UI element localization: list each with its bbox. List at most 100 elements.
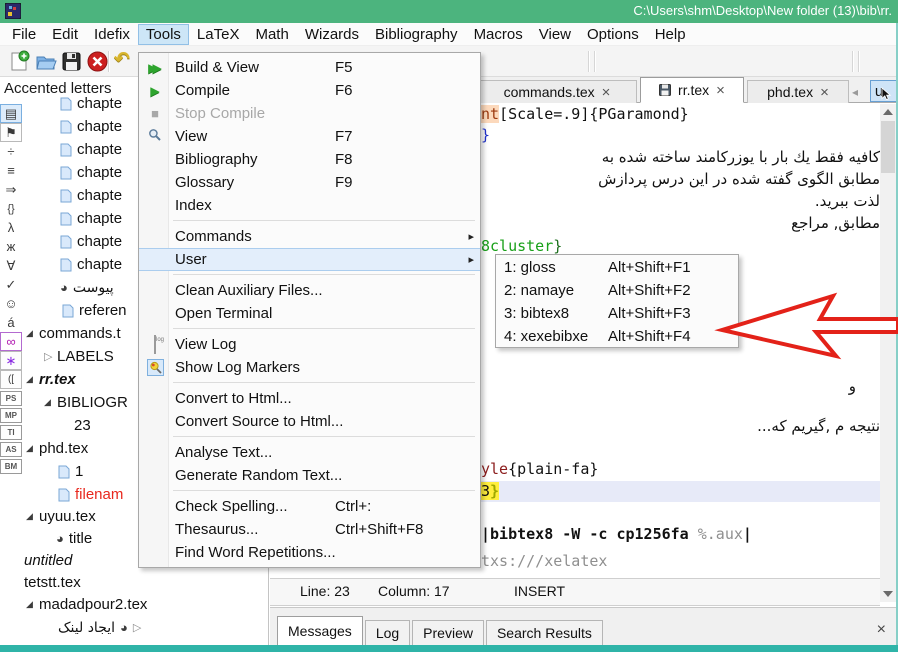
undo-button[interactable]: ↶ <box>114 48 130 71</box>
close-button[interactable] <box>86 50 109 73</box>
accented-letters-tab-icon[interactable]: á <box>0 313 22 332</box>
menu-idefix[interactable]: Idefix <box>86 24 138 45</box>
collapse-arrow-icon[interactable]: ▷ <box>133 621 146 634</box>
file-icon <box>60 166 72 180</box>
scroll-down-icon[interactable] <box>883 591 893 597</box>
menu-item-find-word-repetitions[interactable]: Find Word Repetitions... <box>139 541 480 564</box>
expand-arrow-icon[interactable]: ◢ <box>44 397 57 408</box>
expand-arrow-icon[interactable]: ◢ <box>26 599 39 610</box>
red-annotation-arrow <box>700 285 898 370</box>
menu-item-build-view[interactable]: ▶▶ Build & ViewF5 <box>139 56 480 79</box>
tab-log[interactable]: Log <box>365 620 410 645</box>
scroll-up-icon[interactable] <box>883 109 893 115</box>
title-bar[interactable]: C:\Users\shm\Desktop\New folder (13)\bib… <box>0 0 898 23</box>
menu-latex[interactable]: LaTeX <box>189 24 248 45</box>
metapost-tab-icon[interactable]: MP <box>0 408 22 423</box>
save-button[interactable] <box>60 50 83 73</box>
menu-separator <box>139 325 480 333</box>
menu-file[interactable]: File <box>4 24 44 45</box>
menu-item-bibliography[interactable]: BibliographyF8 <box>139 148 480 171</box>
close-icon[interactable]: × <box>716 82 725 99</box>
misc-symbols-tab-icon[interactable]: ☺ <box>0 294 22 313</box>
file-icon <box>60 212 72 226</box>
bookmarks-tab-icon[interactable]: ⚑ <box>0 123 22 142</box>
logic-tab-icon[interactable]: ∀ <box>0 256 22 275</box>
menu-item-user[interactable]: User▸ <box>139 248 480 271</box>
toolbar-separator <box>108 51 110 72</box>
delimiters-tab-icon[interactable]: {} <box>0 199 22 218</box>
tab-uyuu-partial[interactable]: u <box>870 80 897 102</box>
menu-edit[interactable]: Edit <box>44 24 86 45</box>
menu-item-view[interactable]: ViewF7 <box>139 125 480 148</box>
symbol-tab-strip: ▤ ⚑ ÷ ≡ ⇒ {} λ ж ∀ ✓ ☺ á ∞ ∗ ([ PS MP TI… <box>0 104 23 476</box>
greek-tab-icon[interactable]: λ <box>0 218 22 237</box>
collapse-arrow-icon[interactable]: ▷ <box>44 350 57 363</box>
close-icon[interactable]: × <box>820 84 829 101</box>
menu-wizards[interactable]: Wizards <box>297 24 367 45</box>
current-line-highlight <box>481 481 880 502</box>
asterisk-tab-icon[interactable]: ∗ <box>0 351 22 370</box>
file-icon <box>60 258 72 272</box>
menu-item-compile[interactable]: ▶ CompileF6 <box>139 79 480 102</box>
menu-bar: File Edit Idefix Tools LaTeX Math Wizard… <box>0 23 898 46</box>
scrollbar-thumb[interactable] <box>881 121 895 173</box>
menu-math[interactable]: Math <box>247 24 296 45</box>
relations-tab-icon[interactable]: ≡ <box>0 161 22 180</box>
file-icon <box>62 304 74 318</box>
tab-phd-tex[interactable]: phd.tex× <box>747 80 849 103</box>
tab-search-results[interactable]: Search Results <box>486 620 603 645</box>
close-icon[interactable]: × <box>602 84 611 101</box>
beamer-tab-icon[interactable]: BM <box>0 459 22 474</box>
menu-item-convert-to-html[interactable]: Convert to Html... <box>139 387 480 410</box>
brackets-tab-icon[interactable]: ([ <box>0 370 22 389</box>
check-tab-icon[interactable]: ✓ <box>0 275 22 294</box>
menu-separator <box>139 217 480 225</box>
menu-tools[interactable]: Tools <box>138 24 189 45</box>
menu-options[interactable]: Options <box>579 24 647 45</box>
tab-scroll-left-icon[interactable]: ◂ <box>852 85 858 99</box>
window-title: C:\Users\shm\Desktop\New folder (13)\bib… <box>633 3 892 18</box>
tab-preview[interactable]: Preview <box>412 620 484 645</box>
open-file-button[interactable] <box>34 50 57 73</box>
menu-item-convert-source-to-html[interactable]: Convert Source to Html... <box>139 410 480 433</box>
submenu-item-gloss[interactable]: 1: glossAlt+Shift+F1 <box>496 256 738 279</box>
cyrillic-tab-icon[interactable]: ж <box>0 237 22 256</box>
tree-item-create-link[interactable]: ایجاد لینک◕▷ <box>23 616 269 639</box>
menu-item-index[interactable]: Index <box>139 194 480 217</box>
asymptote-tab-icon[interactable]: AS <box>0 442 22 457</box>
menu-item-show-log-markers[interactable]: Show Log Markers <box>139 356 480 379</box>
menu-item-analyse-text[interactable]: Analyse Text... <box>139 441 480 464</box>
pstricks-tab-icon[interactable]: PS <box>0 391 22 406</box>
structure-tab-icon[interactable]: ▤ <box>0 104 22 123</box>
operators-tab-icon[interactable]: ÷ <box>0 142 22 161</box>
menu-item-generate-random-text[interactable]: Generate Random Text... <box>139 464 480 487</box>
infinity-tab-icon[interactable]: ∞ <box>0 332 22 351</box>
menu-item-view-log[interactable]: View Log <box>139 333 480 356</box>
menu-view[interactable]: View <box>531 24 579 45</box>
menu-item-clean-auxiliary[interactable]: Clean Auxiliary Files... <box>139 279 480 302</box>
expand-arrow-icon[interactable]: ◢ <box>26 328 39 339</box>
tree-item-tetstt-tex[interactable]: tetstt.tex <box>23 571 269 594</box>
tab-commands-tex[interactable]: commands.tex× <box>477 80 637 103</box>
tikz-tab-icon[interactable]: TI <box>0 425 22 440</box>
expand-arrow-icon[interactable]: ◢ <box>26 511 39 522</box>
menu-help[interactable]: Help <box>647 24 694 45</box>
expand-arrow-icon[interactable]: ◢ <box>26 443 39 454</box>
menu-bibliography[interactable]: Bibliography <box>367 24 466 45</box>
code-line: yle{plain-fa} <box>481 459 598 480</box>
toolbar-separator <box>858 51 860 72</box>
menu-item-thesaurus[interactable]: Thesaurus...Ctrl+Shift+F8 <box>139 518 480 541</box>
menu-item-glossary[interactable]: GlossaryF9 <box>139 171 480 194</box>
tree-item-madadpour2-tex[interactable]: ◢madadpour2.tex <box>23 593 269 616</box>
menu-macros[interactable]: Macros <box>466 24 531 45</box>
tab-messages[interactable]: Messages <box>277 616 363 645</box>
menu-item-open-terminal[interactable]: Open Terminal <box>139 302 480 325</box>
arrows-tab-icon[interactable]: ⇒ <box>0 180 22 199</box>
new-document-button[interactable] <box>8 50 31 73</box>
expand-arrow-icon[interactable]: ◢ <box>26 374 39 385</box>
tab-rr-tex[interactable]: rr.tex× <box>640 77 744 103</box>
tree-item-partial[interactable]: ◕فهرست <box>23 638 269 645</box>
close-panel-icon[interactable]: × <box>877 621 886 639</box>
menu-item-check-spelling[interactable]: Check Spelling...Ctrl+: <box>139 495 480 518</box>
menu-item-commands[interactable]: Commands▸ <box>139 225 480 248</box>
